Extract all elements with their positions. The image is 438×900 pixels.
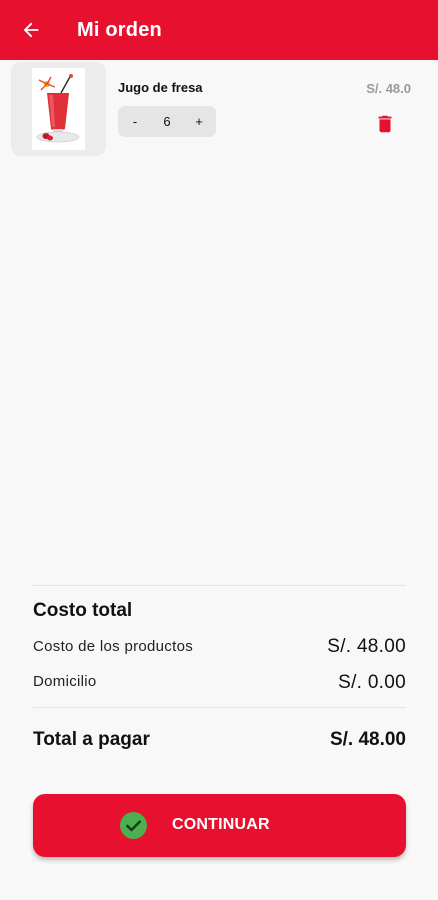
arrow-left-icon xyxy=(23,22,39,38)
products-cost-label: Costo de los productos xyxy=(33,638,194,655)
delivery-value: S/. 0.00 xyxy=(338,672,406,693)
products-cost-value: S/. 48.00 xyxy=(327,636,406,657)
back-button[interactable] xyxy=(16,15,46,45)
product-image xyxy=(11,62,106,156)
summary-divider-bottom xyxy=(33,707,406,708)
delivery-label: Domicilio xyxy=(33,673,97,690)
summary-title: Costo total xyxy=(33,600,133,621)
product-price: S/. 48.0 xyxy=(366,81,411,96)
quantity-value: 6 xyxy=(163,114,171,129)
summary-divider-top xyxy=(33,585,406,586)
total-value: S/. 48.00 xyxy=(329,729,406,750)
continue-label: CONTINUAR xyxy=(172,816,270,833)
total-label: Total a pagar xyxy=(33,729,150,750)
trash-icon xyxy=(378,115,392,133)
app-bar: Mi orden xyxy=(0,0,438,60)
product-name: Jugo de fresa xyxy=(118,80,203,95)
page-title: Mi orden xyxy=(77,18,162,41)
check-circle-icon xyxy=(120,812,147,839)
strawberry-juice-image xyxy=(36,74,79,143)
cart-item: Jugo de fresa - 6 + S/. 48.0 xyxy=(11,62,427,156)
increment-button[interactable]: + xyxy=(193,114,205,129)
continue-button[interactable]: CONTINUAR xyxy=(33,794,406,857)
delete-button[interactable] xyxy=(372,111,398,137)
quantity-stepper: - 6 + xyxy=(118,106,216,137)
decrement-button[interactable]: - xyxy=(129,114,141,129)
